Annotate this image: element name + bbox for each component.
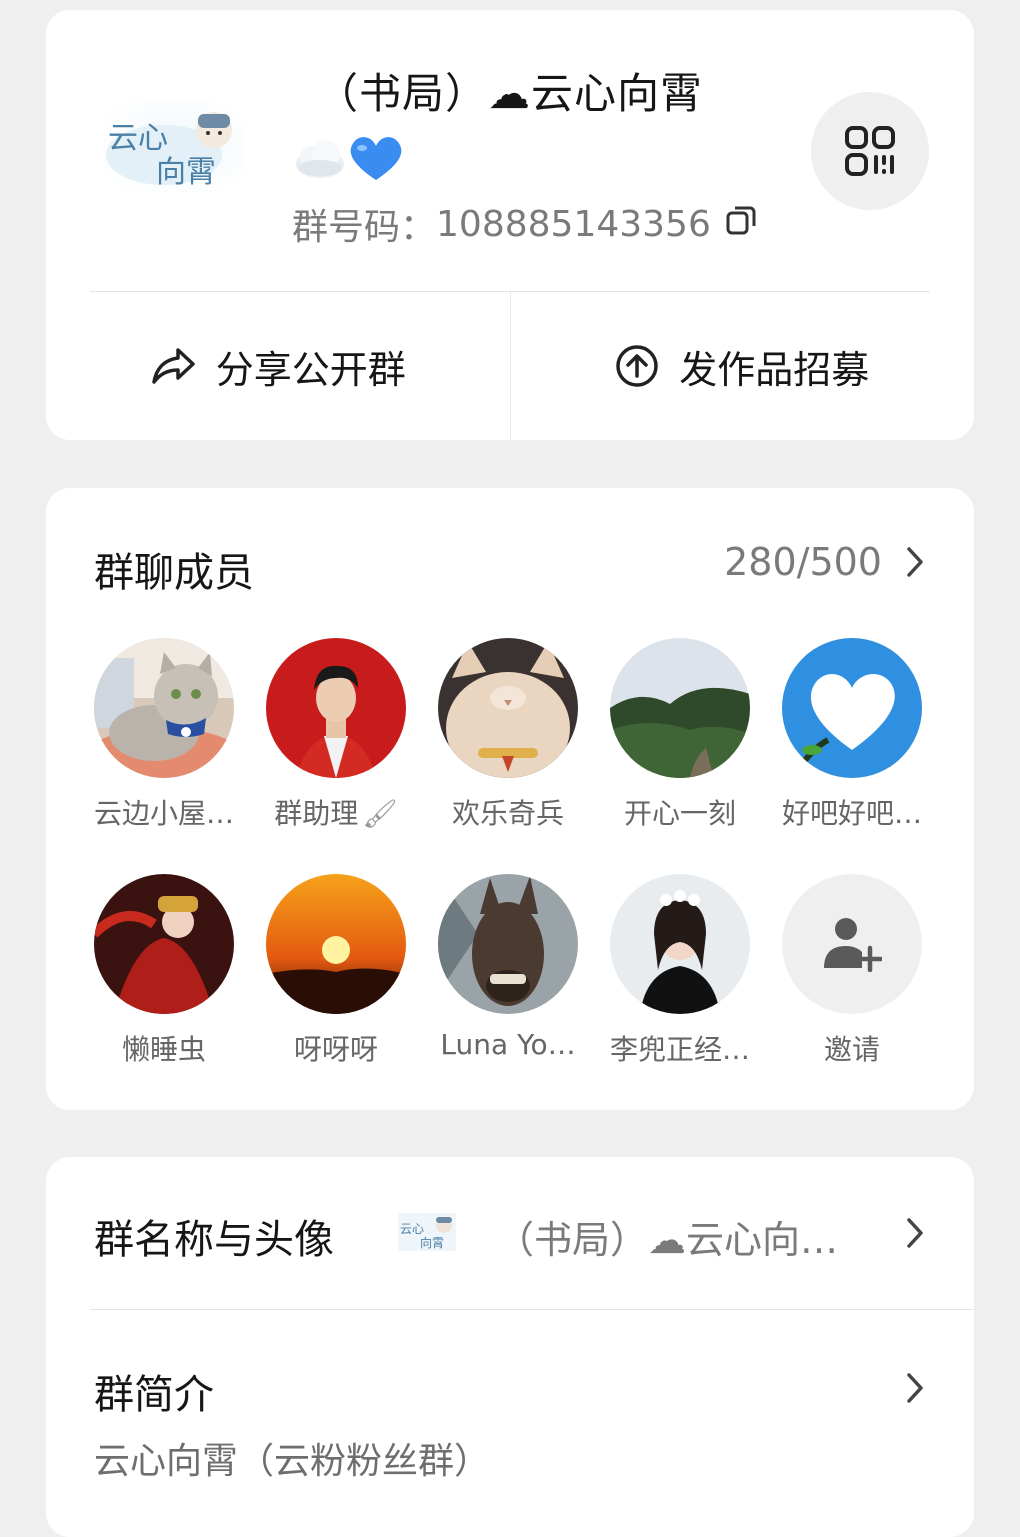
- member-item[interactable]: 呀呀呀: [250, 874, 422, 1110]
- member-name: 开心一刻: [623, 797, 736, 830]
- copy-icon[interactable]: [725, 204, 757, 245]
- group-logo-thumbnail: 云心 向霄: [398, 1213, 456, 1251]
- member-item[interactable]: 李兜正经…: [594, 874, 766, 1110]
- member-name: 好吧好吧…: [781, 797, 922, 830]
- chevron-right-icon: [907, 1218, 923, 1248]
- avatar: [94, 638, 234, 778]
- title-emoji-row: [292, 128, 412, 188]
- members-card: 群聊成员 280/500 云边小屋… 群助理 🖌 欢乐奇兵 开心一刻 好吧好吧……: [46, 488, 974, 1110]
- avatar: [266, 638, 406, 778]
- member-item[interactable]: 云边小屋…: [78, 638, 250, 874]
- logo-text-bottom: 向霄: [156, 156, 216, 189]
- invite-member-button[interactable]: 邀请: [766, 874, 938, 1110]
- group-intro-row[interactable]: 群简介 云心向霄（云粉粉丝群）: [46, 1310, 974, 1537]
- svg-text:云心: 云心: [400, 1222, 424, 1236]
- member-name: 呀呀呀: [293, 1033, 378, 1066]
- invite-label: 邀请: [823, 1033, 880, 1066]
- brush-icon: 🖌: [362, 797, 398, 830]
- logo-text-top: 云心: [108, 122, 168, 155]
- chevron-right-icon: [907, 1373, 923, 1403]
- qr-code-button[interactable]: [811, 92, 929, 210]
- post-recruit-label: 发作品招募: [679, 347, 870, 392]
- member-item[interactable]: 懒睡虫: [78, 874, 250, 1110]
- avatar: [438, 638, 578, 778]
- share-arrow-icon: [151, 348, 195, 384]
- upload-circle-icon: [616, 345, 658, 387]
- group-id-label: 群号码：: [292, 207, 437, 248]
- member-item[interactable]: 开心一刻: [594, 638, 766, 874]
- chevron-right-icon: [907, 547, 923, 577]
- group-logo[interactable]: 云心 向霄: [104, 100, 246, 192]
- member-name: 群助理 🖌: [274, 797, 398, 830]
- action-row: 分享公开群 发作品招募: [46, 292, 974, 440]
- share-label: 分享公开群: [215, 347, 406, 392]
- avatar: [94, 874, 234, 1014]
- avatar: [610, 638, 750, 778]
- cloud-emoji: [296, 140, 344, 178]
- member-item[interactable]: 欢乐奇兵: [422, 638, 594, 874]
- member-count[interactable]: 280/500: [724, 540, 924, 584]
- group-name-avatar-row[interactable]: 群名称与头像 云心 向霄 （书局）☁云心向…: [46, 1157, 974, 1309]
- settings-card: 群名称与头像 云心 向霄 （书局）☁云心向… 群简介 云心向霄（云粉粉丝群）: [46, 1157, 974, 1537]
- member-grid: 云边小屋… 群助理 🖌 欢乐奇兵 开心一刻 好吧好吧… 懒睡虫 呀呀呀 Luna…: [78, 638, 938, 1110]
- member-name: 懒睡虫: [121, 1033, 206, 1066]
- group-name-value: （书局）☁云心向…: [496, 1218, 839, 1262]
- member-name: Luna Yo…: [440, 1028, 576, 1061]
- member-item[interactable]: 好吧好吧…: [766, 638, 938, 874]
- group-header-card: 云心 向霄 （书局）☁云心向霄 群号码： 108885143356 分享公开群 …: [46, 10, 974, 440]
- member-item[interactable]: Luna Yo…: [422, 874, 594, 1110]
- member-name: 李兜正经…: [609, 1033, 750, 1066]
- group-intro-text: 云心向霄（云粉粉丝群）: [94, 1441, 491, 1482]
- group-intro-label: 群简介: [94, 1372, 214, 1418]
- member-name: 云边小屋…: [93, 797, 234, 830]
- member-name: 欢乐奇兵: [451, 797, 564, 830]
- members-title: 群聊成员: [94, 550, 254, 596]
- share-public-group-button[interactable]: 分享公开群: [46, 292, 510, 440]
- member-item[interactable]: 群助理 🖌: [250, 638, 422, 874]
- avatar: [266, 874, 406, 1014]
- avatar: [610, 874, 750, 1014]
- add-user-icon: [824, 918, 882, 972]
- svg-text:向霄: 向霄: [420, 1235, 444, 1250]
- avatar: [782, 638, 922, 778]
- post-recruit-button[interactable]: 发作品招募: [511, 292, 975, 440]
- group-id: 群号码： 108885143356: [292, 198, 757, 250]
- blue-heart-emoji: [350, 137, 402, 180]
- qr-code-icon: [845, 126, 895, 176]
- member-count-value: 280/500: [724, 540, 882, 584]
- avatar: [438, 874, 578, 1014]
- group-name-avatar-label: 群名称与头像: [94, 1217, 334, 1263]
- avatar: [782, 874, 922, 1014]
- group-title: （书局）☁云心向霄: [316, 69, 704, 118]
- group-id-value[interactable]: 108885143356: [436, 204, 711, 245]
